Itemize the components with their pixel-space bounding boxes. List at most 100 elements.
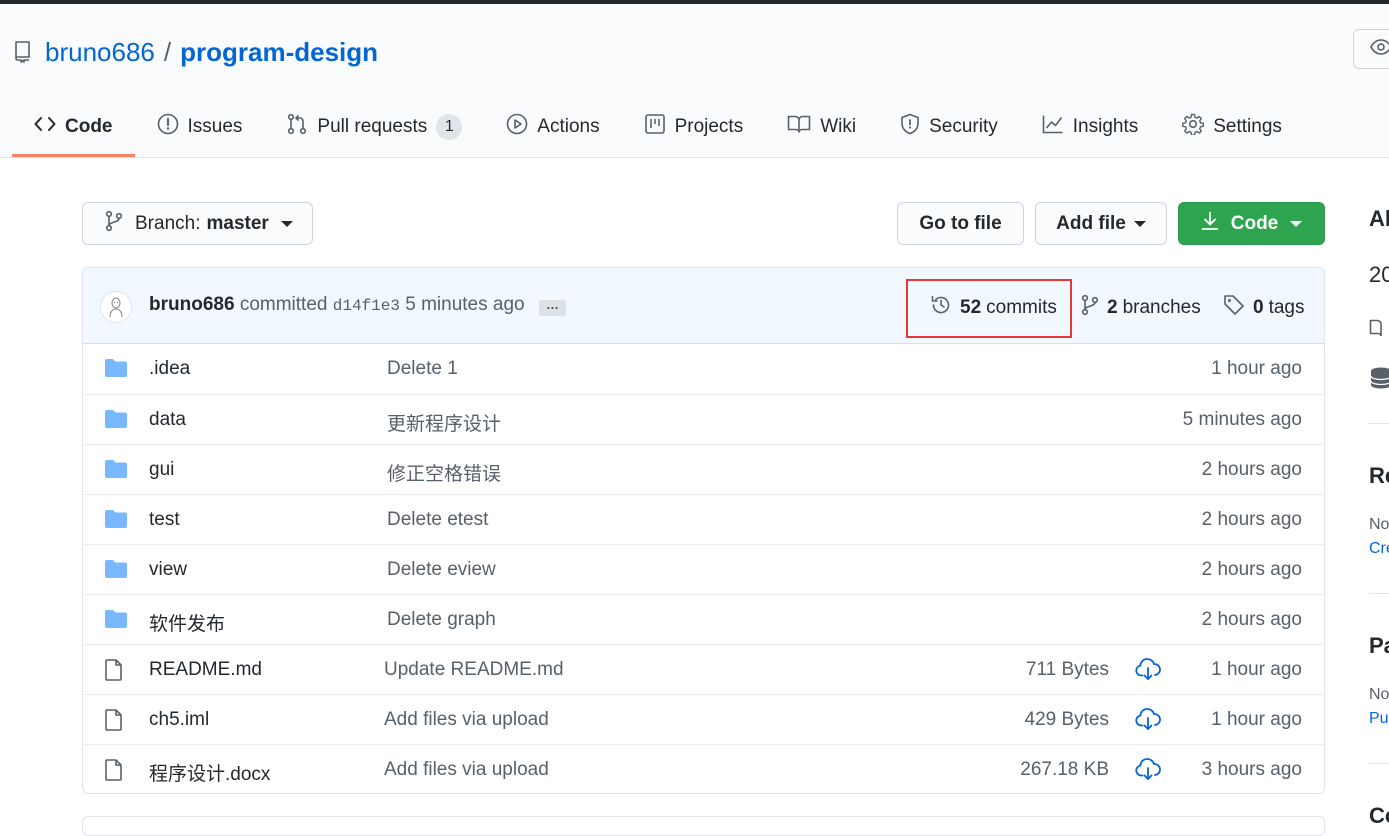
commit-message-link[interactable]: Delete eview — [387, 559, 496, 581]
commit-message-link[interactable]: Delete etest — [387, 509, 488, 531]
create-release-link[interactable]: Cre — [1369, 540, 1389, 558]
publish-package-link[interactable]: Pul — [1369, 710, 1389, 728]
file-name-link[interactable]: gui — [149, 459, 174, 481]
file-row[interactable]: test Delete etest 2 hours ago — [83, 494, 1324, 544]
about-heading: Ab — [1369, 206, 1389, 231]
file-icon — [104, 709, 124, 737]
tab-security[interactable]: Security — [878, 97, 1020, 157]
folder-icon — [104, 509, 128, 535]
file-row[interactable]: gui 修正空格错误 2 hours ago — [83, 444, 1324, 494]
file-size: 267.18 KB — [1020, 759, 1109, 780]
tab-code[interactable]: Code — [12, 97, 135, 157]
sidebar-divider — [1369, 423, 1389, 424]
tab-actions[interactable]: Actions — [484, 97, 621, 157]
commit-message-link[interactable]: Delete graph — [387, 609, 496, 631]
commit-age: 1 hour ago — [1211, 709, 1302, 730]
branches-count: 2 — [1107, 297, 1118, 318]
tab-label: Actions — [537, 116, 600, 137]
cloud-download-icon[interactable] — [1135, 658, 1161, 688]
commit-message-expand-button[interactable]: … — [539, 298, 566, 316]
releases-none-text: No — [1369, 516, 1389, 533]
commit-message-link[interactable]: Delete 1 — [387, 358, 458, 380]
branch-value: master — [206, 212, 269, 234]
cloud-download-icon[interactable] — [1135, 758, 1161, 788]
branch-icon — [1081, 294, 1107, 322]
code-download-button[interactable]: Code — [1178, 202, 1325, 245]
branches-link[interactable]: 2 branches — [1081, 294, 1201, 322]
file-name-link[interactable]: view — [149, 559, 187, 581]
tag-icon — [1223, 294, 1253, 322]
commit-message-link[interactable]: 更新程序设计 — [387, 409, 501, 436]
commit-message-link[interactable]: Add files via upload — [384, 759, 549, 781]
folder-icon — [104, 609, 128, 635]
commit-age: 2 hours ago — [1201, 559, 1302, 580]
tab-pull-requests[interactable]: Pull requests 1 — [264, 97, 484, 157]
file-browser: bruno686 committed d14f1e3 5 minutes ago… — [82, 267, 1325, 794]
pull-requests-counter: 1 — [436, 114, 463, 140]
about-sidebar: Ab 20 Re No Cre Pa No Pul Co — [1369, 158, 1389, 824]
tags-count: 0 — [1253, 297, 1264, 318]
go-to-file-button[interactable]: Go to file — [897, 202, 1024, 245]
cloud-download-icon[interactable] — [1135, 708, 1161, 738]
packages-none-text: No — [1369, 686, 1389, 703]
tab-settings[interactable]: Settings — [1160, 97, 1304, 157]
file-name-link[interactable]: 软件发布 — [149, 609, 225, 636]
tab-issues[interactable]: Issues — [135, 97, 265, 157]
file-row[interactable]: .idea Delete 1 1 hour ago — [83, 344, 1324, 394]
code-icon — [34, 115, 65, 139]
file-row[interactable]: README.md Update README.md 711 Bytes 1 hour… — [83, 644, 1324, 694]
file-name-link[interactable]: data — [149, 409, 186, 431]
tab-wiki[interactable]: Wiki — [765, 97, 878, 157]
chevron-down-icon — [280, 220, 293, 227]
download-icon — [1201, 211, 1231, 237]
branches-label: branches — [1122, 297, 1201, 318]
tags-link[interactable]: 0 tags — [1223, 294, 1305, 322]
branch-select-button[interactable]: Branch: master — [82, 202, 313, 245]
commit-age: 5 minutes ago — [1182, 409, 1302, 430]
tab-label: Issues — [187, 116, 243, 137]
folder-icon — [104, 459, 128, 485]
sidebar-divider — [1369, 593, 1389, 594]
tags-label: tags — [1268, 297, 1305, 318]
contributors-heading: Co — [1369, 803, 1389, 824]
file-row[interactable]: data 更新程序设计 5 minutes ago — [83, 394, 1324, 444]
file-name-link[interactable]: test — [149, 509, 180, 531]
pull-request-icon — [286, 113, 317, 141]
book-icon — [1369, 318, 1389, 343]
commit-message-link[interactable]: 修正空格错误 — [387, 459, 501, 486]
commit-message-link[interactable]: Add files via upload — [384, 709, 549, 731]
commit-age: 1 hour ago — [1211, 358, 1302, 379]
commit-age: 2 hours ago — [1201, 509, 1302, 530]
file-size: 711 Bytes — [1025, 659, 1109, 680]
add-file-button[interactable]: Add file — [1035, 202, 1167, 245]
tab-label: Insights — [1072, 116, 1139, 137]
repo-header: bruno686 / program-design Code Issues Pu… — [0, 4, 1389, 158]
file-icon — [104, 659, 124, 687]
tab-insights[interactable]: Insights — [1020, 97, 1160, 157]
readme-box — [82, 816, 1325, 836]
repo-name-link[interactable]: program-design — [180, 37, 378, 68]
file-icon — [104, 759, 124, 787]
commit-age: 3 hours ago — [1201, 759, 1302, 780]
commit-author-link[interactable]: bruno686 — [149, 294, 235, 315]
file-name-link[interactable]: 程序设计.docx — [149, 759, 270, 786]
file-row[interactable]: view Delete eview 2 hours ago — [83, 544, 1324, 594]
file-row[interactable]: 软件发布 Delete graph 2 hours ago — [83, 594, 1324, 644]
gear-icon — [1182, 113, 1213, 141]
avatar[interactable] — [100, 291, 132, 323]
commit-message-link[interactable]: Update README.md — [384, 659, 564, 681]
file-name-link[interactable]: README.md — [149, 659, 262, 681]
repo-owner-link[interactable]: bruno686 — [45, 37, 155, 68]
file-row[interactable]: ch5.iml Add files via upload 429 Bytes 1 ho… — [83, 694, 1324, 744]
add-file-label: Add file — [1056, 212, 1126, 234]
repo-title: bruno686 / program-design — [13, 34, 378, 70]
file-name-link[interactable]: ch5.iml — [149, 709, 209, 731]
tab-projects[interactable]: Projects — [622, 97, 766, 157]
chevron-down-icon — [1133, 220, 1146, 227]
file-row[interactable]: 程序设计.docx Add files via upload 267.18 KB 3 … — [83, 744, 1324, 793]
commit-sha-link[interactable]: d14f1e3 — [333, 297, 400, 315]
file-name-link[interactable]: .idea — [149, 358, 190, 380]
watch-button[interactable] — [1353, 29, 1389, 69]
about-description: 20 — [1369, 262, 1389, 287]
play-icon — [506, 113, 537, 141]
